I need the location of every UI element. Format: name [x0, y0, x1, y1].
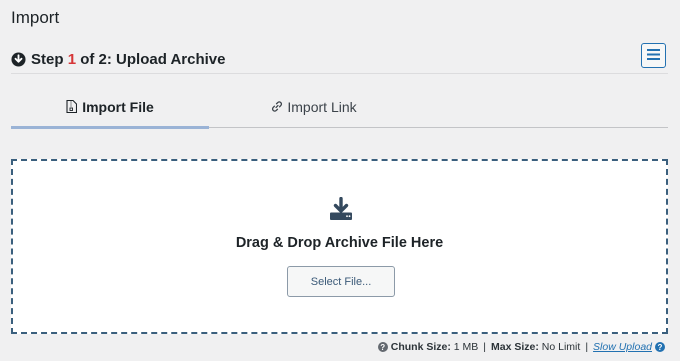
chunk-size-value: 1 MB [450, 341, 479, 353]
upload-limits: ? Chunk Size: 1 MB | Max Size: No Limit … [377, 340, 665, 354]
dropzone-text: Drag & Drop Archive File Here [235, 235, 444, 251]
tab-import-link[interactable]: Import Link [215, 86, 413, 127]
help-icon[interactable]: ? [377, 342, 388, 352]
tab-import-link-label: Import Link [287, 98, 357, 115]
help-icon[interactable]: ? [655, 342, 665, 352]
separator: | [483, 341, 487, 353]
hamburger-menu-icon [647, 47, 660, 65]
max-size-label: Max Size: [491, 341, 539, 353]
menu-button[interactable] [641, 43, 666, 68]
tab-bar: Import File Import Link [11, 86, 668, 129]
chunk-size-label: Chunk Size: [390, 341, 451, 353]
slow-upload-link[interactable]: Slow Upload [593, 341, 652, 353]
file-zip-icon [66, 100, 78, 113]
download-tray-icon [329, 196, 353, 221]
step-number: 1 [67, 50, 77, 68]
max-size-value: No Limit [538, 341, 581, 353]
step-header: Step 1 of 2: Upload Archive [11, 46, 668, 72]
step-title: Step 1 of 2: Upload Archive [31, 51, 226, 68]
tab-import-file[interactable]: Import File [11, 86, 209, 129]
separator: | [585, 341, 589, 353]
tab-import-file-label: Import File [82, 98, 154, 115]
archive-dropzone[interactable]: Drag & Drop Archive File Here Select Fil… [11, 159, 668, 334]
step-suffix: of 2: Upload Archive [76, 50, 226, 68]
select-file-button[interactable]: Select File... [287, 266, 395, 297]
download-circle-icon [11, 51, 26, 67]
link-icon [271, 100, 283, 113]
header-divider [11, 73, 668, 74]
step-prefix: Step [31, 50, 68, 68]
page-title: Import [11, 8, 60, 27]
